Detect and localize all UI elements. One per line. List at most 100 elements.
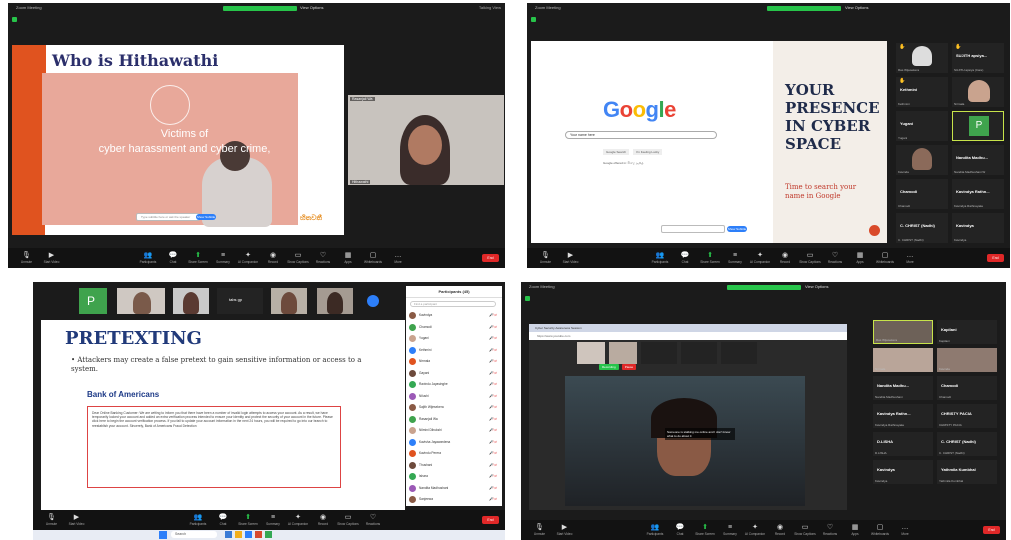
- participant-tile[interactable]: [721, 342, 757, 364]
- subtitle-input[interactable]: Type subtitle here or ask the speaker: [136, 213, 200, 221]
- participant-tile[interactable]: [173, 288, 209, 314]
- speaker-video-tile[interactable]: Rasanjali Wa Hithawathi: [348, 95, 504, 185]
- participant-row[interactable]: Kavisha Jayawardena 🎤̸ ▭̸: [408, 438, 500, 447]
- reactions-button[interactable]: ♡ Reactions: [823, 249, 848, 267]
- reactions-button[interactable]: ♡ Reactions: [361, 511, 386, 529]
- participant-tile[interactable]: [681, 342, 717, 364]
- mute-button[interactable]: 🎙 Unmute: [39, 511, 64, 529]
- participant-tile[interactable]: Nandita Madhu... Nandita Madhushani W: [952, 145, 1004, 175]
- participant-row[interactable]: Kavindu Perera 🎤̸ ▭̸: [408, 449, 500, 458]
- recording-chip[interactable]: Recording: [599, 364, 619, 370]
- participant-tile[interactable]: Kavinda: [896, 145, 948, 175]
- record-button[interactable]: ◉ Record: [768, 521, 793, 539]
- participant-tile-active[interactable]: Ras Wijesekera: [873, 320, 933, 344]
- chat-button[interactable]: 💬 Chat: [668, 521, 693, 539]
- participant-row[interactable]: Kavindya 🎤̸ ▭̸: [408, 311, 500, 320]
- summary-button[interactable]: ≡ Summary: [718, 521, 743, 539]
- participant-row[interactable]: Nandita Madhushani 🎤̸ ▭̸: [408, 484, 500, 493]
- participant-tile[interactable]: Nirmala: [873, 348, 933, 372]
- video-button[interactable]: ▶ Start Video: [39, 249, 64, 267]
- participant-tile[interactable]: [609, 342, 637, 364]
- participant-tile[interactable]: Kapilani Kapilani: [937, 320, 997, 344]
- view-options-button[interactable]: View Options: [805, 284, 835, 290]
- record-button[interactable]: ◉ Record: [773, 249, 798, 267]
- whiteboards-button[interactable]: ▢ Whiteboards: [873, 249, 898, 267]
- participant-tile[interactable]: tabs gp: [217, 288, 263, 314]
- google-language-links[interactable]: Google offered in: සිංහල தமிழ்: [603, 161, 643, 166]
- video-player[interactable]: Someone is stalking me online and I don'…: [565, 376, 805, 506]
- subtitle-input[interactable]: [661, 225, 725, 233]
- participant-row[interactable]: Nilushi 🎤̸ ▭̸: [408, 392, 500, 401]
- participant-tile[interactable]: Chamodi Chamodi: [896, 179, 948, 209]
- ai-companion-button[interactable]: ✦ AI Companion: [286, 511, 311, 529]
- summary-button[interactable]: ≡ Summary: [261, 511, 286, 529]
- browser-tabs[interactable]: Cyber Security Awareness Session: [529, 324, 847, 332]
- video-button[interactable]: ▶ Start Video: [558, 249, 583, 267]
- chat-button[interactable]: 💬 Chat: [211, 511, 236, 529]
- participant-tile[interactable]: [317, 288, 353, 314]
- participant-row[interactable]: Ravindu Jayasinghe 🎤̸ ▭̸: [408, 380, 500, 389]
- apps-button[interactable]: ▦ Apps: [336, 249, 361, 267]
- participant-row[interactable]: Nirmala 🎤̸ ▭̸: [408, 357, 500, 366]
- participant-row[interactable]: Kethmini 🎤̸ ▭̸: [408, 346, 500, 355]
- zoom-icon[interactable]: [245, 531, 252, 538]
- participant-row[interactable]: Rasanjali Wa 🎤̸ ▭̸: [408, 415, 500, 424]
- google-search-button[interactable]: Google Search: [603, 149, 630, 155]
- captions-button[interactable]: ▭ Show Captions: [793, 521, 818, 539]
- participant-tile[interactable]: Kavindya Rathn... Kavindya Rathnayake: [952, 179, 1004, 209]
- whiteboards-button[interactable]: ▢ Whiteboards: [361, 249, 386, 267]
- video-button[interactable]: ▶ Start Video: [64, 511, 89, 529]
- windows-start-icon[interactable]: [159, 531, 167, 539]
- participant-row[interactable]: Nilmini Dilrukshi 🎤̸ ▭̸: [408, 426, 500, 435]
- participant-tile[interactable]: CHRISTY PACIA CHRISTY PACIA: [937, 404, 997, 428]
- participant-tile[interactable]: ✋ SUJITH apsiya... SUJITH apsiya (Care): [952, 43, 1004, 73]
- participant-tile[interactable]: ✋ Ras Wijesekera: [896, 43, 948, 73]
- security-shield-icon[interactable]: [12, 17, 17, 22]
- mute-button[interactable]: 🎙 Unmute: [533, 249, 558, 267]
- captions-button[interactable]: ▭ Show Captions: [798, 249, 823, 267]
- participant-tile[interactable]: P: [79, 288, 107, 314]
- participants-button[interactable]: 👥 Participants: [186, 511, 211, 529]
- participants-button[interactable]: 👥 Participants: [136, 249, 161, 267]
- record-button[interactable]: ◉ Record: [261, 249, 286, 267]
- share-screen-button[interactable]: ⬆ Share Screen: [236, 511, 261, 529]
- ai-companion-button[interactable]: ✦ AI Companion: [236, 249, 261, 267]
- participant-tile[interactable]: Chamodi Chamodi: [937, 376, 997, 400]
- end-button[interactable]: End: [482, 254, 499, 262]
- participant-tile[interactable]: Yugani Yugani: [896, 111, 948, 141]
- participant-tile[interactable]: Yathmila Kumbhal Yathmila Kumbhal: [937, 460, 997, 484]
- reactions-button[interactable]: ♡ Reactions: [311, 249, 336, 267]
- show-subtitle-button[interactable]: Show Subtitle: [727, 226, 747, 232]
- participant-tile[interactable]: [117, 288, 165, 314]
- powerpoint-icon[interactable]: [255, 531, 262, 538]
- participant-tile[interactable]: D.LISHA D.LISHA: [873, 432, 933, 456]
- end-button[interactable]: End: [983, 526, 1000, 534]
- participant-tile[interactable]: C. CHRIST (Nadhi) C. CHRIST (Nadhi): [937, 432, 997, 456]
- participant-row[interactable]: Chamodi 🎤̸ ▭̸: [408, 323, 500, 332]
- view-options-button[interactable]: View Options: [300, 5, 330, 11]
- participant-row[interactable]: Yugani 🎤̸ ▭̸: [408, 334, 500, 343]
- summary-button[interactable]: ≡ Summary: [211, 249, 236, 267]
- end-button[interactable]: End: [987, 254, 1004, 262]
- participant-tile[interactable]: Kavindya Rathn... Kavindya Rathnayake: [873, 404, 933, 428]
- security-shield-icon[interactable]: [531, 17, 536, 22]
- security-shield-icon[interactable]: [525, 296, 530, 301]
- participant-tile[interactable]: Kavinda: [937, 348, 997, 372]
- view-options-button[interactable]: View Options: [845, 5, 875, 11]
- participant-tile[interactable]: Kavindya Kavindya: [873, 460, 933, 484]
- record-button[interactable]: ◉ Record: [311, 511, 336, 529]
- chat-button[interactable]: 💬 Chat: [673, 249, 698, 267]
- participant-tile[interactable]: C. CHRIST (Nadhi) C. CHRIST (Nadhi): [896, 213, 948, 243]
- more-button[interactable]: … More: [893, 521, 918, 539]
- participant-search-input[interactable]: Find a participant: [410, 301, 496, 307]
- participant-row[interactable]: Ishara 🎤̸ ▭̸: [408, 472, 500, 481]
- participant-row[interactable]: Sanjeewa 🎤̸ ▭̸: [408, 495, 500, 504]
- captions-button[interactable]: ▭ Show Captions: [336, 511, 361, 529]
- profile-icon[interactable]: [367, 295, 379, 307]
- summary-button[interactable]: ≡ Summary: [723, 249, 748, 267]
- participant-tile[interactable]: Nirmala: [952, 77, 1004, 107]
- whiteboards-button[interactable]: ▢ Whiteboards: [868, 521, 893, 539]
- ai-companion-button[interactable]: ✦ AI Companion: [748, 249, 773, 267]
- captions-button[interactable]: ▭ Show Captions: [286, 249, 311, 267]
- app-icon[interactable]: [225, 531, 232, 538]
